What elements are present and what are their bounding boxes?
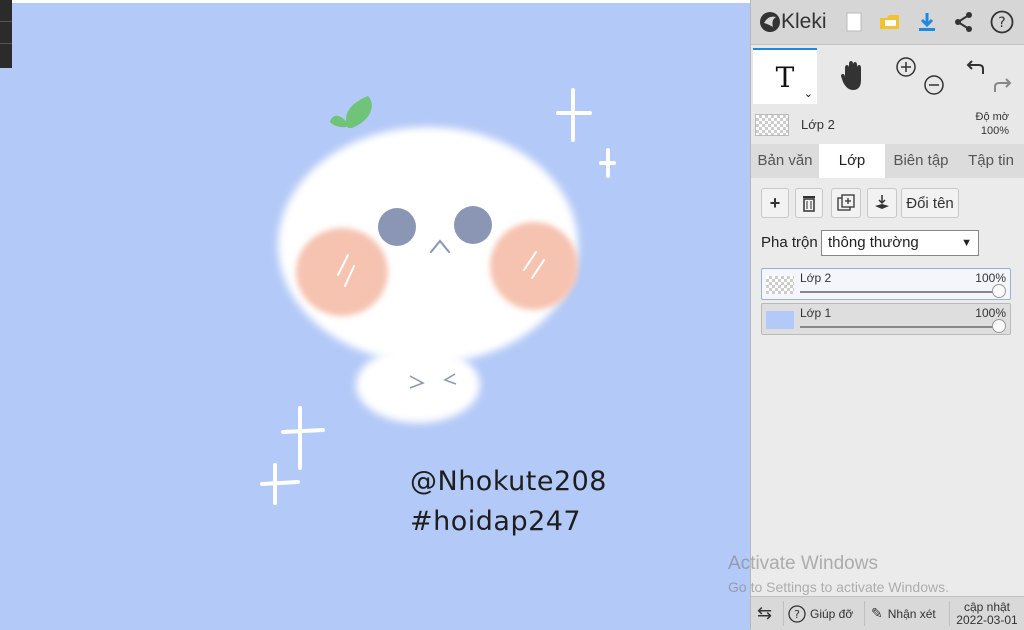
left-eye <box>378 208 416 246</box>
update-info[interactable]: cập nhật 2022-03-01 <box>951 597 1023 630</box>
layer-opacity-slider[interactable] <box>992 319 1006 333</box>
divider <box>783 601 784 626</box>
kleki-logo-icon <box>760 12 780 32</box>
panel-tabs: Bản văn Lớp Biên tập Tập tin <box>751 144 1024 178</box>
tab-layers[interactable]: Lớp <box>819 144 885 178</box>
feedback-icon: ✎ <box>871 605 883 621</box>
zoom-buttons <box>889 48 953 104</box>
feedback-button[interactable]: ✎ Nhận xét <box>871 597 936 630</box>
signature-username: @Nhokute208 <box>410 466 607 497</box>
chevron-down-icon: ▼ <box>961 237 972 249</box>
blend-mode-select[interactable]: thông thường ▼ <box>821 230 979 256</box>
update-date: 2022-03-01 <box>956 612 1018 627</box>
delete-layer-button[interactable] <box>795 188 823 218</box>
merge-down-icon <box>875 195 889 209</box>
active-layer-header: Lớp 2 Độ mờ 100% <box>751 108 1024 142</box>
opacity-label: Độ mờ <box>975 111 1010 123</box>
tab-text[interactable]: Bản văn <box>751 144 819 178</box>
layer-item[interactable]: Lớp 2 100% <box>761 268 1011 300</box>
help-icon: ? <box>788 604 806 623</box>
layer-name: Lớp 2 <box>800 271 832 285</box>
download-icon[interactable] <box>914 9 940 35</box>
layer-item[interactable]: Lớp 1 100% <box>761 303 1011 335</box>
open-folder-icon[interactable] <box>877 9 903 35</box>
app-name: Kleki <box>781 10 827 33</box>
feedback-label: Nhận xét <box>887 606 936 621</box>
plus-icon: + <box>769 192 781 213</box>
layer-opacity: 100% <box>975 306 1006 320</box>
text-tool-button[interactable]: T ⌄ <box>753 48 817 104</box>
divider <box>864 601 865 626</box>
share-icon[interactable] <box>951 9 977 35</box>
side-panel: Kleki ? T ⌄ Lớp 2 Độ mờ 100% Bản văn Lớp… <box>750 0 1024 630</box>
text-tool-icon: T <box>775 60 795 94</box>
blend-mode-value: thông thường <box>828 234 919 251</box>
redo-icon[interactable] <box>991 74 1013 96</box>
layer-thumb <box>766 276 794 294</box>
tab-edit[interactable]: Biên tập <box>885 144 957 178</box>
kleki-logo[interactable]: Kleki <box>759 9 827 35</box>
app-toolbar: Kleki ? <box>751 0 1024 45</box>
help-button[interactable]: ? Giúp đỡ <box>788 597 853 630</box>
zoom-in-icon[interactable] <box>895 56 917 78</box>
help-label: Giúp đỡ <box>810 606 854 621</box>
bottom-bar: ⇆ ? Giúp đỡ ✎ Nhận xét cập nhật 2022-03-… <box>751 596 1024 630</box>
hand-tool-icon <box>841 61 861 90</box>
update-label: cập nhật <box>963 599 1011 614</box>
signature-hashtag: #hoidap247 <box>410 506 582 537</box>
layer-name: Lớp 1 <box>800 306 832 320</box>
opacity-value: 100% <box>980 125 1009 137</box>
swap-side-button[interactable]: ⇆ <box>757 597 772 630</box>
right-blush <box>490 222 578 310</box>
svg-text:?: ? <box>794 608 800 621</box>
trash-icon <box>803 196 815 212</box>
drawing-canvas[interactable]: @Nhokute208 #hoidap247 <box>0 0 750 629</box>
hand-tool-button[interactable] <box>821 48 885 104</box>
merge-down-button[interactable] <box>867 188 897 218</box>
duplicate-layer-button[interactable] <box>831 188 861 218</box>
divider <box>949 601 950 626</box>
layers-panel: + Đổi tên Pha trộn thông thường ▼ Lớp 2 … <box>751 178 1024 596</box>
sprout <box>346 96 372 128</box>
layer-opacity: 100% <box>975 271 1006 285</box>
duplicate-icon <box>837 194 855 211</box>
blend-mode-label: Pha trộn <box>761 234 818 251</box>
zoom-out-icon[interactable] <box>923 74 945 96</box>
layer-opacity-slider[interactable] <box>992 284 1006 298</box>
add-layer-button[interactable]: + <box>761 188 789 218</box>
right-eye <box>454 206 492 244</box>
swap-arrows-icon: ⇆ <box>757 603 773 623</box>
layer-thumb <box>766 311 794 329</box>
rename-layer-button[interactable]: Đổi tên <box>901 188 959 218</box>
undo-redo-buttons <box>957 48 1021 104</box>
layer-opacity-track <box>800 326 998 328</box>
tab-file[interactable]: Tập tin <box>957 144 1024 178</box>
drawing-artwork <box>260 88 616 505</box>
left-blush <box>296 228 388 316</box>
active-layer-name: Lớp 2 <box>801 117 835 132</box>
chevron-down-icon: ⌄ <box>803 88 813 100</box>
tool-row: T ⌄ <box>751 48 1024 104</box>
help-icon[interactable]: ? <box>989 9 1015 35</box>
active-layer-thumb <box>755 114 789 136</box>
active-layer-opacity: Độ mờ 100% <box>976 110 1010 138</box>
undo-icon[interactable] <box>965 56 987 78</box>
layer-opacity-track <box>800 291 998 293</box>
new-file-icon[interactable] <box>841 9 867 35</box>
svg-text:?: ? <box>998 15 1005 31</box>
